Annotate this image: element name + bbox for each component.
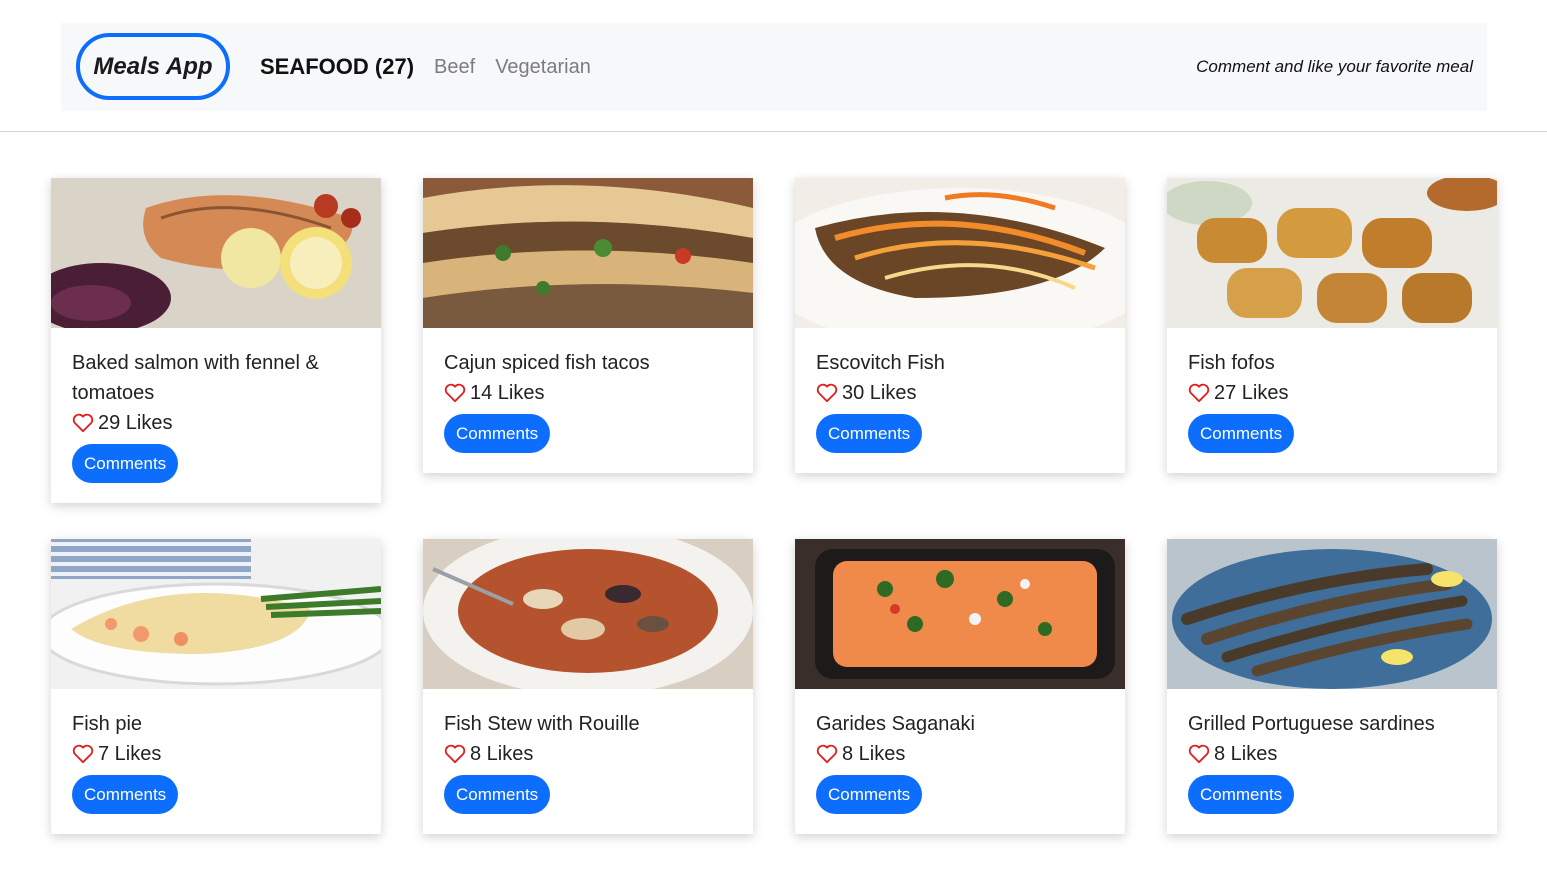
meal-card: Escovitch Fish 30 Likes Comments <box>795 178 1125 473</box>
meal-card: Fish Stew with Rouille 8 Likes Comments <box>423 539 753 834</box>
likes-control[interactable]: 8 Likes <box>444 739 733 769</box>
likes-count: 14 Likes <box>470 382 545 404</box>
fish-pie-photo <box>51 539 381 689</box>
likes-count: 8 Likes <box>842 743 906 765</box>
heart-icon[interactable] <box>816 383 838 403</box>
card-body: Grilled Portuguese sardines 8 Likes Comm… <box>1167 689 1497 834</box>
card-body: Fish Stew with Rouille 8 Likes Comments <box>423 689 753 834</box>
salmon-photo <box>51 178 381 328</box>
page-header: Meals App SEAFOOD (27) Beef Vegetarian C… <box>0 0 1547 132</box>
likes-count: 27 Likes <box>1214 382 1289 404</box>
likes-control[interactable]: 7 Likes <box>72 739 361 769</box>
heart-icon[interactable] <box>816 744 838 764</box>
heart-icon[interactable] <box>72 744 94 764</box>
meal-title: Baked salmon with fennel & tomatoes <box>72 352 319 404</box>
likes-count: 29 Likes <box>98 412 173 434</box>
fofos-photo <box>1167 178 1497 328</box>
heart-icon[interactable] <box>1188 744 1210 764</box>
brand-logo[interactable]: Meals App <box>76 33 230 100</box>
category-nav: SEAFOOD (27) Beef Vegetarian <box>260 23 611 111</box>
heart-icon[interactable] <box>72 413 94 433</box>
card-body: Garides Saganaki 8 Likes Comments <box>795 689 1125 834</box>
comments-button[interactable]: Comments <box>72 444 179 483</box>
meal-title: Cajun spiced fish tacos <box>444 352 650 374</box>
likes-control[interactable]: 14 Likes <box>444 378 733 408</box>
likes-count: 7 Likes <box>98 743 162 765</box>
comments-button[interactable]: Comments <box>816 414 923 453</box>
likes-count: 8 Likes <box>470 743 534 765</box>
saganaki-photo <box>795 539 1125 689</box>
heart-icon[interactable] <box>444 383 466 403</box>
comments-button[interactable]: Comments <box>444 775 551 814</box>
nav-beef[interactable]: Beef <box>434 56 475 79</box>
nav-seafood[interactable]: SEAFOOD (27) <box>260 54 414 80</box>
comments-button[interactable]: Comments <box>72 775 179 814</box>
meal-title: Fish Stew with Rouille <box>444 713 640 735</box>
card-body: Baked salmon with fennel & tomatoes 29 L… <box>51 328 381 503</box>
likes-control[interactable]: 8 Likes <box>1188 739 1477 769</box>
comments-button[interactable]: Comments <box>1188 414 1295 453</box>
heart-icon[interactable] <box>444 744 466 764</box>
escovitch-photo <box>795 178 1125 328</box>
meal-title: Grilled Portuguese sardines <box>1188 713 1435 735</box>
card-body: Cajun spiced fish tacos 14 Likes Comment… <box>423 328 753 473</box>
meal-card: Grilled Portuguese sardines 8 Likes Comm… <box>1167 539 1497 834</box>
tacos-photo <box>423 178 753 328</box>
likes-control[interactable]: 27 Likes <box>1188 378 1477 408</box>
likes-count: 30 Likes <box>842 382 917 404</box>
meal-card: Garides Saganaki 8 Likes Comments <box>795 539 1125 834</box>
likes-control[interactable]: 8 Likes <box>816 739 1105 769</box>
navbar: Meals App SEAFOOD (27) Beef Vegetarian C… <box>61 23 1487 111</box>
sardines-photo <box>1167 539 1497 689</box>
comments-button[interactable]: Comments <box>816 775 923 814</box>
heart-icon[interactable] <box>1188 383 1210 403</box>
card-body: Fish fofos 27 Likes Comments <box>1167 328 1497 473</box>
card-body: Escovitch Fish 30 Likes Comments <box>795 328 1125 473</box>
meal-card: Fish fofos 27 Likes Comments <box>1167 178 1497 473</box>
fish-stew-photo <box>423 539 753 689</box>
likes-control[interactable]: 30 Likes <box>816 378 1105 408</box>
comments-button[interactable]: Comments <box>1188 775 1295 814</box>
likes-control[interactable]: 29 Likes <box>72 408 361 438</box>
nav-vegetarian[interactable]: Vegetarian <box>495 56 591 79</box>
likes-count: 8 Likes <box>1214 743 1278 765</box>
meal-title: Fish fofos <box>1188 352 1275 374</box>
tagline: Comment and like your favorite meal <box>1196 57 1473 76</box>
meal-card: Baked salmon with fennel & tomatoes 29 L… <box>51 178 381 503</box>
comments-button[interactable]: Comments <box>444 414 551 453</box>
card-body: Fish pie 7 Likes Comments <box>51 689 381 834</box>
meal-card: Cajun spiced fish tacos 14 Likes Comment… <box>423 178 753 473</box>
meal-title: Garides Saganaki <box>816 713 975 735</box>
meal-title: Escovitch Fish <box>816 352 945 374</box>
meal-card: Fish pie 7 Likes Comments <box>51 539 381 834</box>
meal-title: Fish pie <box>72 713 143 735</box>
